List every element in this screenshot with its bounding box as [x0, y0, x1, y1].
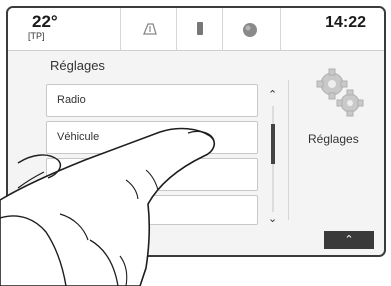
traffic-program-indicator: [TP] [28, 31, 45, 41]
list-item-radio[interactable]: Radio [46, 84, 258, 117]
list-item-label: Véhicule [57, 131, 100, 143]
infotainment-screen: 22° [TP] 14:22 Réglages Radio Véhicule .… [6, 6, 386, 257]
scrollbar-thumb[interactable] [271, 124, 275, 164]
tab-divider [280, 8, 281, 50]
status-bar: 22° [TP] 14:22 [8, 8, 384, 51]
audio-note-icon[interactable] [141, 20, 159, 43]
collapse-button[interactable]: ⌃ [324, 231, 374, 249]
scroll-down-arrow[interactable]: ⌄ [268, 212, 277, 225]
page-title: Réglages [50, 58, 105, 73]
clock: 14:22 [325, 14, 366, 31]
navigation-dot-icon[interactable] [241, 21, 259, 44]
list-item-label: Radio [57, 94, 86, 106]
gears-icon [314, 66, 366, 118]
list-item-next[interactable] [46, 195, 258, 225]
tab-divider [176, 8, 177, 50]
list-item-bluetooth[interactable]: ...uetooth [46, 158, 258, 191]
list-item-label: ...uetooth [57, 168, 103, 180]
panel-divider [288, 80, 289, 220]
tab-divider [120, 8, 121, 50]
list-item-vehicle[interactable]: Véhicule [46, 121, 258, 154]
scroll-up-arrow[interactable]: ⌃ [268, 88, 277, 101]
phone-icon[interactable] [194, 20, 206, 43]
temperature-readout: 22° [32, 12, 58, 31]
tab-divider [222, 8, 223, 50]
settings-shortcut-label[interactable]: Réglages [308, 132, 359, 146]
